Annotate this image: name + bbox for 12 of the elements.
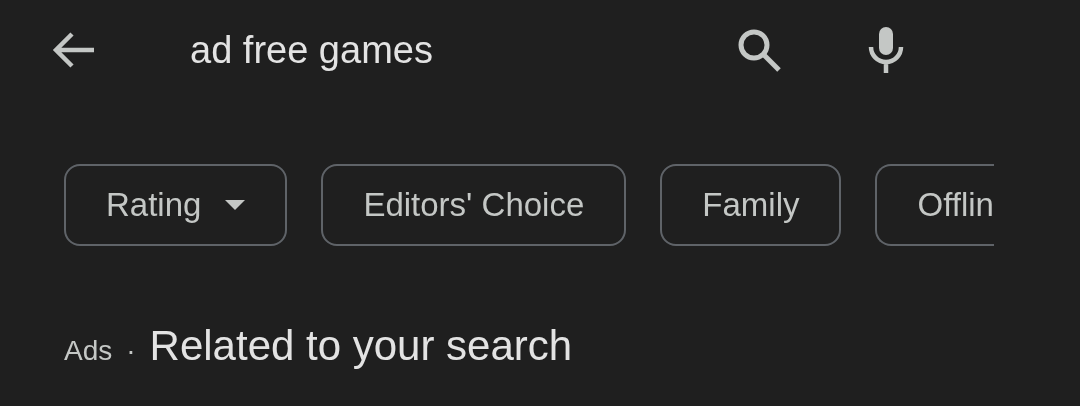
filter-chip[interactable]: Editors' Choice — [321, 164, 627, 246]
search-icon[interactable] — [736, 27, 782, 73]
filter-chip[interactable]: Offlin — [875, 164, 994, 246]
section-title: Related to your search — [149, 322, 573, 370]
filter-chip[interactable]: Rating — [64, 164, 288, 246]
filter-chip[interactable]: Family — [660, 164, 842, 246]
back-arrow-icon[interactable] — [52, 32, 96, 68]
search-field[interactable]: ad free games — [190, 28, 670, 72]
ads-label: Ads — [64, 335, 113, 367]
separator-dot: · — [126, 335, 136, 367]
microphone-icon[interactable] — [866, 25, 906, 75]
caret-icon — [225, 200, 246, 210]
